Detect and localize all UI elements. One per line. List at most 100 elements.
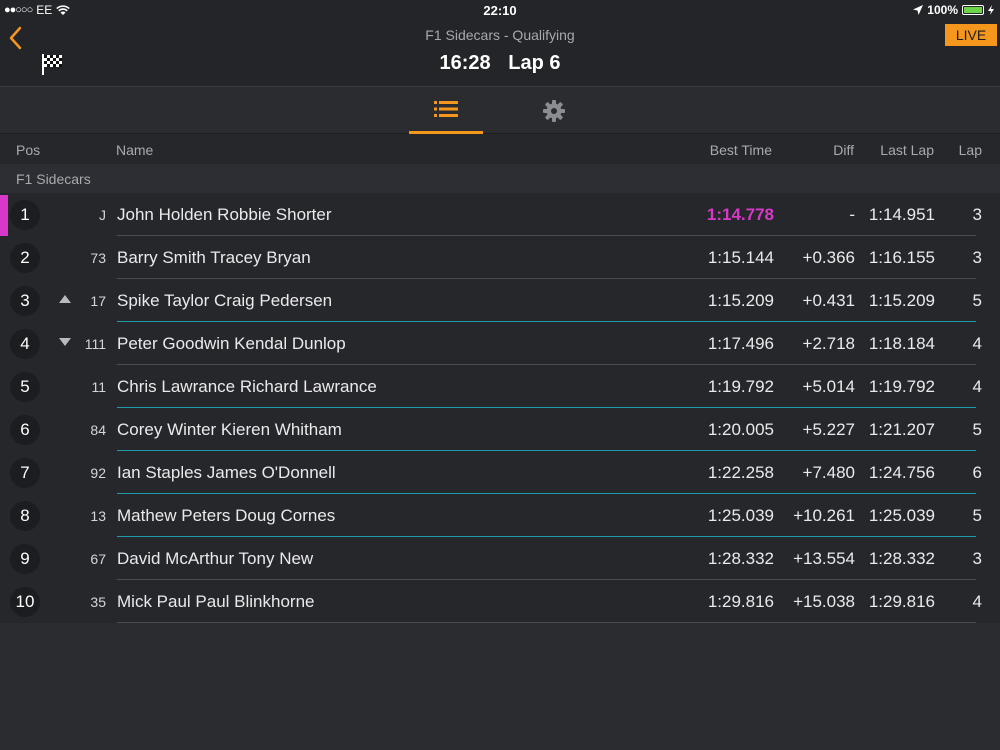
col-last-lap[interactable]: Last Lap bbox=[880, 142, 934, 158]
last-lap-time: 1:28.332 bbox=[868, 549, 935, 568]
best-time: 1:15.144 bbox=[707, 248, 774, 267]
crew-name: Barry Smith Tracey Bryan bbox=[117, 248, 311, 267]
crew-name: David McArthur Tony New bbox=[117, 549, 314, 568]
table-row[interactable]: 6 84 Corey Winter Kieren Whitham 1:20.005 +5… bbox=[0, 408, 1000, 451]
crew-name: Spike Taylor Craig Pedersen bbox=[117, 291, 333, 310]
race-number: 111 bbox=[84, 336, 106, 352]
race-number: 67 bbox=[90, 551, 106, 567]
best-time: 1:20.005 bbox=[707, 420, 774, 439]
race-number: 73 bbox=[90, 250, 106, 266]
table-row[interactable]: 4 111 Peter Goodwin Kendal Dunlop 1:17.496 +… bbox=[0, 322, 1000, 365]
position-badge: 9 bbox=[10, 544, 40, 574]
col-lap[interactable]: Lap bbox=[959, 142, 982, 158]
best-time: 1:19.792 bbox=[707, 377, 774, 396]
best-time: 1:15.209 bbox=[707, 291, 774, 310]
best-time: 1:22.258 bbox=[707, 463, 774, 482]
lap-count: 4 bbox=[972, 377, 982, 396]
lap-count: 5 bbox=[972, 420, 982, 439]
table-row[interactable]: 1 J John Holden Robbie Shorter 1:14.778 -1:1… bbox=[0, 193, 1000, 236]
race-number: 11 bbox=[91, 379, 106, 395]
status-time: 22:10 bbox=[483, 3, 517, 18]
timing-table: 1 J John Holden Robbie Shorter 1:14.778-1:1… bbox=[0, 193, 1000, 623]
table-row[interactable]: 9 67 David McArthur Tony New 1:28.332 +13.55… bbox=[0, 537, 1000, 580]
status-right: 100% bbox=[913, 3, 994, 17]
gap-diff: +13.554 bbox=[793, 549, 855, 568]
best-time: 1:28.332 bbox=[707, 549, 774, 568]
crew-name: Peter Goodwin Kendal Dunlop bbox=[117, 334, 346, 353]
best-time: 1:17.496 bbox=[707, 334, 774, 353]
last-lap-time: 1:14.951 bbox=[868, 205, 935, 224]
race-number: 17 bbox=[90, 293, 106, 309]
lap-count: 5 bbox=[972, 506, 982, 525]
lap-count: 4 bbox=[972, 334, 982, 353]
race-number: 92 bbox=[90, 465, 106, 481]
battery-percent: 100% bbox=[927, 3, 958, 17]
col-name[interactable]: Name bbox=[116, 142, 153, 158]
session-title: F1 Sidecars - Qualifying bbox=[425, 27, 575, 43]
gap-diff: +5.014 bbox=[802, 377, 855, 396]
charging-bolt-icon bbox=[988, 5, 994, 15]
live-badge[interactable]: LIVE bbox=[945, 24, 997, 46]
tab-timing-list[interactable] bbox=[409, 87, 483, 134]
lap-count: 3 bbox=[972, 248, 982, 267]
position-badge: 1 bbox=[10, 200, 40, 230]
position-badge: 2 bbox=[10, 243, 40, 273]
location-arrow-icon bbox=[913, 5, 924, 15]
race-number: J bbox=[99, 207, 106, 223]
battery-icon bbox=[962, 5, 984, 15]
tab-bar bbox=[0, 86, 1000, 134]
last-lap-time: 1:19.792 bbox=[868, 377, 935, 396]
last-lap-time: 1:24.756 bbox=[868, 463, 935, 482]
best-time: 1:25.039 bbox=[707, 506, 774, 525]
battery-fill bbox=[964, 7, 982, 13]
position-up-icon bbox=[59, 295, 71, 303]
gap-diff: +0.431 bbox=[802, 291, 855, 310]
gap-diff: +0.366 bbox=[802, 248, 855, 267]
crew-name: Mathew Peters Doug Cornes bbox=[117, 506, 336, 525]
status-bar: ●●○○○ EE 22:10 100% bbox=[0, 0, 1000, 20]
list-icon bbox=[434, 101, 458, 117]
position-badge: 4 bbox=[10, 329, 40, 359]
last-lap-time: 1:16.155 bbox=[868, 248, 935, 267]
col-diff[interactable]: Diff bbox=[833, 142, 854, 158]
col-pos[interactable]: Pos bbox=[16, 142, 40, 158]
lap-count: 3 bbox=[972, 549, 982, 568]
position-badge: 3 bbox=[10, 286, 40, 316]
position-badge: 6 bbox=[10, 415, 40, 445]
table-row[interactable]: 8 13 Mathew Peters Doug Cornes 1:25.039 +10.… bbox=[0, 494, 1000, 537]
clock-lap: 16:28 Lap 6 bbox=[0, 52, 1000, 75]
col-best-time[interactable]: Best Time bbox=[710, 142, 772, 158]
race-number: 84 bbox=[90, 422, 106, 438]
class-group-label: F1 Sidecars bbox=[16, 171, 91, 187]
last-lap-time: 1:29.816 bbox=[868, 592, 935, 611]
gap-diff: +15.038 bbox=[793, 592, 855, 611]
class-group-header: F1 Sidecars bbox=[0, 164, 1000, 193]
table-row[interactable]: 10 35 Mick Paul Paul Blinkhorne 1:29.816 +15… bbox=[0, 580, 1000, 623]
lap-count: 6 bbox=[972, 463, 982, 482]
leader-marker bbox=[0, 195, 8, 236]
last-lap-time: 1:21.207 bbox=[868, 420, 935, 439]
table-row[interactable]: 5 11 Chris Lawrance Richard Lawrance 1:19.7… bbox=[0, 365, 1000, 408]
position-down-icon bbox=[59, 338, 71, 346]
last-lap-time: 1:15.209 bbox=[868, 291, 935, 310]
column-header: Pos Name Best Time Diff Last Lap Lap bbox=[0, 134, 1000, 164]
position-badge: 7 bbox=[10, 458, 40, 488]
tab-settings[interactable] bbox=[517, 87, 591, 134]
crew-name: Ian Staples James O'Donnell bbox=[117, 463, 336, 482]
session-clock: 16:28 bbox=[439, 52, 491, 74]
lap-count: 4 bbox=[972, 592, 982, 611]
session-header: F1 Sidecars - Qualifying 16:28 Lap 6 LIV… bbox=[0, 20, 1000, 86]
best-time: 1:29.816 bbox=[707, 592, 774, 611]
table-row[interactable]: 3 17 Spike Taylor Craig Pedersen 1:15.209 +0… bbox=[0, 279, 1000, 322]
position-badge: 5 bbox=[10, 372, 40, 402]
last-lap-time: 1:25.039 bbox=[868, 506, 935, 525]
best-time: 1:14.778 bbox=[706, 205, 774, 224]
gap-diff: +7.480 bbox=[802, 463, 855, 482]
lap-count: 5 bbox=[972, 291, 982, 310]
table-row[interactable]: 2 73 Barry Smith Tracey Bryan 1:15.144 +0.36… bbox=[0, 236, 1000, 279]
table-row[interactable]: 7 92 Ian Staples James O'Donnell 1:22.258 +7… bbox=[0, 451, 1000, 494]
race-number: 35 bbox=[90, 594, 106, 610]
crew-name: John Holden Robbie Shorter bbox=[117, 205, 332, 224]
row-separator bbox=[117, 622, 976, 623]
race-number: 13 bbox=[90, 508, 106, 524]
